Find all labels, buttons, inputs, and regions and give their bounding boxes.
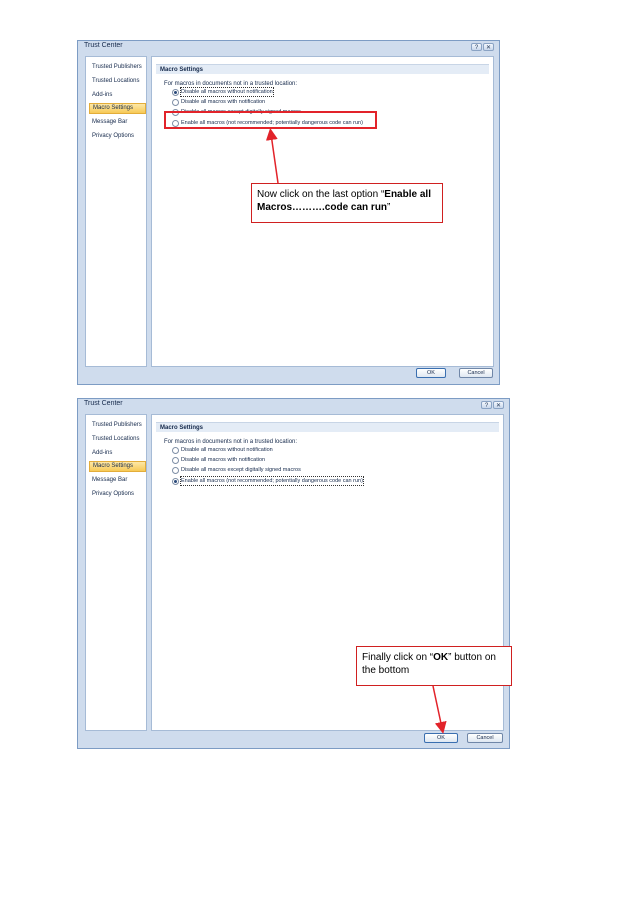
arrow-to-last-option <box>265 128 279 184</box>
annotation-arrows <box>265 128 447 734</box>
arrow-to-ok-button <box>432 685 447 734</box>
